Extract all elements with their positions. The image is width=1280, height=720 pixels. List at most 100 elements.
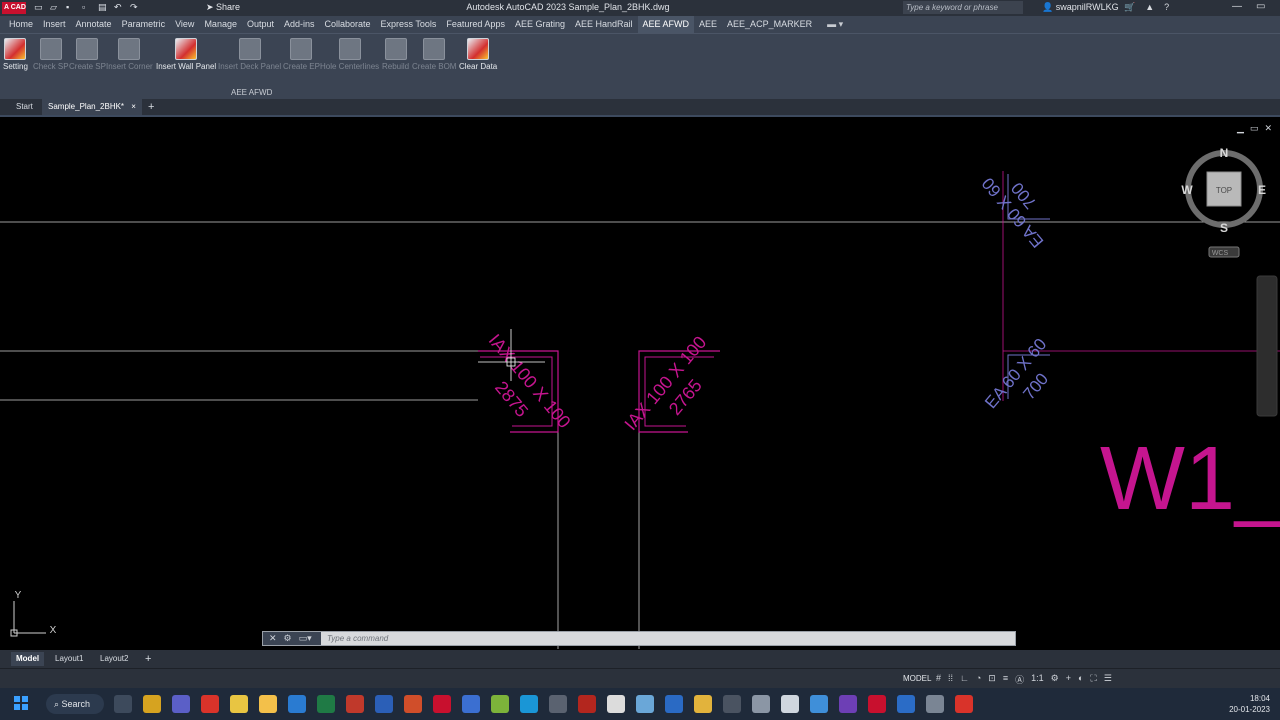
lineweight-icon[interactable]: ≡: [1003, 673, 1008, 686]
tab-layout1[interactable]: Layout1: [50, 652, 88, 666]
model-space-toggle[interactable]: MODEL: [903, 674, 931, 683]
skype-icon[interactable]: [520, 695, 538, 713]
keyword-search-input[interactable]: Type a keyword or phrase: [903, 1, 1023, 14]
command-customize-icon[interactable]: ⚙: [284, 633, 292, 644]
viewport-restore-icon[interactable]: ▭: [1250, 123, 1259, 134]
cart-icon[interactable]: 🛒: [1124, 2, 1135, 13]
tab-parametric[interactable]: Parametric: [117, 16, 171, 33]
create-sp-button[interactable]: Create SP: [69, 38, 106, 71]
taskbar-clock[interactable]: 18:04 20-01-2023: [1224, 693, 1270, 715]
tab-aee-afwd[interactable]: AEE AFWD: [637, 16, 695, 33]
app-icon-8[interactable]: [607, 695, 625, 713]
annotation-icon[interactable]: Ⓐ: [1015, 673, 1024, 686]
app-icon-1[interactable]: [143, 695, 161, 713]
tab-collaborate[interactable]: Collaborate: [320, 16, 376, 33]
tab-aee-grating[interactable]: AEE Grating: [510, 16, 570, 33]
windows-start-icon[interactable]: [14, 696, 28, 710]
task-view-icon[interactable]: [114, 695, 132, 713]
tab-output[interactable]: Output: [242, 16, 279, 33]
snap-icon[interactable]: ⁞⁞: [948, 673, 953, 686]
drawing-canvas[interactable]: IAX 100 X 100 2875 IAX 100 X 100 2765 EA…: [0, 119, 1280, 649]
app-icon-9[interactable]: [636, 695, 654, 713]
autocad-taskbar-icon[interactable]: [433, 695, 451, 713]
create-bom-button[interactable]: Create BOM: [412, 38, 456, 71]
tab-home[interactable]: Home: [4, 16, 38, 33]
chrome-icon[interactable]: [230, 695, 248, 713]
teams-icon[interactable]: [172, 695, 190, 713]
clear-data-button[interactable]: Clear Data: [459, 38, 497, 71]
customize-icon[interactable]: ☰: [1104, 673, 1112, 686]
file-explorer-icon[interactable]: [259, 695, 277, 713]
add-layout-button[interactable]: +: [140, 652, 156, 666]
isolate-icon[interactable]: ◐: [1078, 673, 1083, 686]
viewcube-west[interactable]: W: [1181, 183, 1193, 197]
tab-add-ins[interactable]: Add-ins: [279, 16, 320, 33]
viewcube-north[interactable]: N: [1220, 146, 1229, 160]
tab-featured-apps[interactable]: Featured Apps: [441, 16, 510, 33]
app-icon-3[interactable]: [288, 695, 306, 713]
app-icon-17[interactable]: [926, 695, 944, 713]
powerpoint-icon[interactable]: [404, 695, 422, 713]
app-icon-6[interactable]: [491, 695, 509, 713]
tab-view[interactable]: View: [170, 16, 199, 33]
help-icon[interactable]: ?: [1164, 2, 1169, 13]
tab-layout2[interactable]: Layout2: [95, 652, 133, 666]
excel-icon[interactable]: [317, 695, 335, 713]
viewcube-east[interactable]: E: [1258, 183, 1266, 197]
command-close-icon[interactable]: ✕: [269, 633, 277, 644]
insert-wall-panel-button[interactable]: Insert Wall Panel: [156, 38, 216, 71]
user-account[interactable]: 👤 swapnilRWLKG: [1042, 2, 1119, 13]
app-icon-18[interactable]: [955, 695, 973, 713]
polar-icon[interactable]: ◔: [976, 673, 981, 686]
app-icon-4[interactable]: [346, 695, 364, 713]
command-recent-icon[interactable]: ▭▾: [299, 633, 312, 644]
viewcube-south[interactable]: S: [1220, 221, 1228, 235]
tab-manage[interactable]: Manage: [199, 16, 242, 33]
command-input[interactable]: Type a command: [321, 634, 388, 643]
exchange-icon[interactable]: ▲: [1145, 2, 1154, 13]
tab-start[interactable]: Start: [10, 99, 39, 115]
visual-studio-icon[interactable]: [839, 695, 857, 713]
insert-corner-button[interactable]: Insert Corner: [106, 38, 153, 71]
tab-express-tools[interactable]: Express Tools: [376, 16, 442, 33]
grid-icon[interactable]: #: [936, 673, 941, 686]
app-icon-7[interactable]: [549, 695, 567, 713]
check-sp-button[interactable]: Check SP: [33, 38, 69, 71]
workspace-icon[interactable]: ⚙: [1051, 673, 1059, 686]
minimize-icon[interactable]: —: [1232, 1, 1242, 12]
app-icon-12[interactable]: [723, 695, 741, 713]
tab-close-icon[interactable]: ×: [131, 102, 136, 111]
viewport-close-icon[interactable]: ✕: [1264, 123, 1272, 134]
fullscreen-icon[interactable]: ⛶: [1090, 673, 1096, 686]
word-icon[interactable]: [375, 695, 393, 713]
tab-aee-handrail[interactable]: AEE HandRail: [570, 16, 638, 33]
app-icon-14[interactable]: [810, 695, 828, 713]
tab-aee-acp-marker[interactable]: AEE_ACP_MARKER: [722, 16, 817, 33]
tab-insert[interactable]: Insert: [38, 16, 71, 33]
insert-deck-panel-button[interactable]: Insert Deck Panel: [218, 38, 281, 71]
app-icon-11[interactable]: [694, 695, 712, 713]
tab-model[interactable]: Model: [11, 652, 45, 666]
settings-icon[interactable]: [752, 695, 770, 713]
ribbon-options-icon[interactable]: ▬ ▾: [827, 19, 843, 30]
viewport-minimize-icon[interactable]: ▁: [1237, 123, 1244, 134]
hole-centerlines-button[interactable]: Hole Centerlines: [320, 38, 379, 71]
maximize-icon[interactable]: ▭: [1256, 1, 1265, 12]
taskbar-search[interactable]: ⌕ Search: [46, 694, 104, 714]
app-icon-10[interactable]: [665, 695, 683, 713]
new-tab-button[interactable]: +: [142, 99, 160, 115]
app-icon-16[interactable]: [897, 695, 915, 713]
app-icon-2[interactable]: [201, 695, 219, 713]
tab-annotate[interactable]: Annotate: [71, 16, 117, 33]
app-icon-15[interactable]: [868, 695, 886, 713]
setting-button[interactable]: Setting: [3, 38, 28, 71]
rebuild-button[interactable]: Rebuild: [382, 38, 409, 71]
tab-aee[interactable]: AEE: [694, 16, 722, 33]
ortho-icon[interactable]: ∟: [960, 673, 969, 686]
app-icon-13[interactable]: [781, 695, 799, 713]
create-ep-button[interactable]: Create EP: [283, 38, 320, 71]
tab-sample-plan[interactable]: Sample_Plan_2BHK* ×: [42, 99, 142, 115]
app-icon-5[interactable]: [462, 695, 480, 713]
navigation-bar[interactable]: [1256, 275, 1278, 417]
acrobat-icon[interactable]: [578, 695, 596, 713]
